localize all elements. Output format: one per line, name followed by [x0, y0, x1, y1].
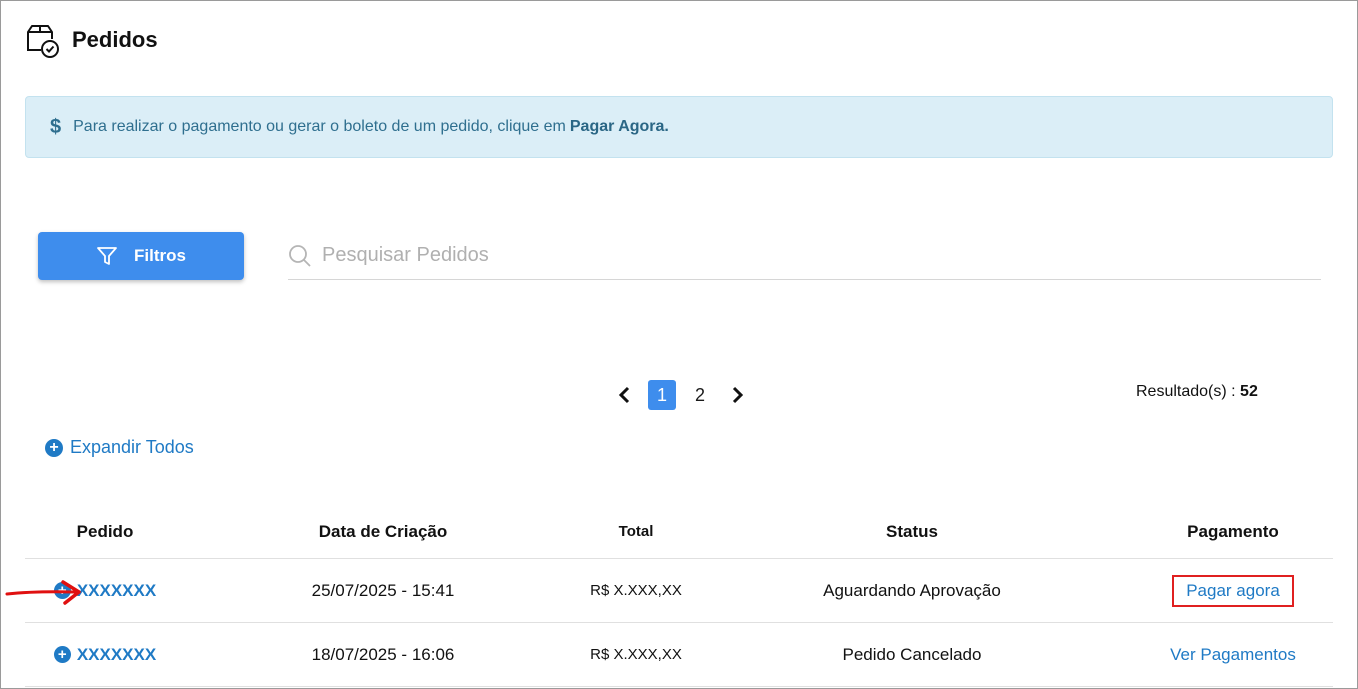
highlight-box: Pagar agora [1172, 574, 1294, 607]
previous-page-button[interactable] [612, 380, 638, 410]
table-header-row: Pedido Data de Criação Total Status Paga… [25, 505, 1333, 559]
expand-all-button[interactable]: + Expandir Todos [45, 437, 194, 458]
page-1-button[interactable]: 1 [648, 380, 676, 410]
plus-circle-icon: + [45, 438, 63, 457]
expand-all-label: Expandir Todos [70, 437, 194, 457]
results-label: Resultado(s) : [1136, 383, 1236, 400]
header-pagamento: Pagamento [1187, 521, 1279, 541]
alert-highlight: Pagar Agora. [569, 118, 669, 135]
table-row: + XXXXXXX 25/07/2025 - 15:41 R$ X.XXX,XX… [25, 559, 1333, 623]
funnel-icon [97, 247, 117, 265]
search-icon [289, 244, 311, 267]
header-pedido: Pedido [76, 521, 134, 541]
page-header: Pedidos [24, 22, 158, 58]
search-bar [288, 232, 1321, 280]
order-total: R$ X.XXX,XX [590, 582, 682, 599]
table-row: + XXXXXXX 18/07/2025 - 16:06 R$ X.XXX,XX… [25, 623, 1333, 687]
chevron-left-icon [618, 386, 630, 404]
results-count: Resultado(s) : 52 [1136, 383, 1258, 401]
header-total: Total [618, 523, 654, 540]
header-status: Status [886, 521, 938, 541]
order-id: XXXXXXX [76, 580, 157, 600]
header-data-criacao: Data de Criação [318, 521, 448, 541]
order-id: XXXXXXX [76, 644, 157, 664]
next-page-button[interactable] [724, 380, 750, 410]
orders-table: Pedido Data de Criação Total Status Paga… [25, 505, 1333, 687]
order-date: 25/07/2025 - 15:41 [311, 580, 455, 600]
alert-text: Para realizar o pagamento ou gerar o bol… [73, 118, 566, 135]
filters-button[interactable]: Filtros [38, 232, 244, 280]
view-payments-link[interactable]: Ver Pagamentos [1170, 645, 1296, 664]
search-input[interactable] [322, 244, 1222, 267]
order-date: 18/07/2025 - 16:06 [311, 644, 455, 664]
payment-info-alert: $ Para realizar o pagamento ou gerar o b… [25, 96, 1333, 158]
dollar-icon: $ [50, 115, 62, 138]
chevron-right-icon [732, 386, 744, 404]
page-title: Pedidos [72, 27, 158, 52]
order-status: Aguardando Aprovação [823, 580, 1001, 600]
page-2-button[interactable]: 2 [686, 380, 714, 410]
order-expand-link[interactable]: + XXXXXXX [53, 644, 157, 665]
plus-circle-icon: + [53, 646, 71, 664]
filters-button-label: Filtros [134, 246, 186, 265]
orders-box-check-icon [27, 25, 59, 58]
red-arrow-annotation-icon [5, 580, 81, 605]
pay-now-link[interactable]: Pagar agora [1186, 581, 1280, 600]
pagination: 1 2 [612, 380, 750, 410]
order-total: R$ X.XXX,XX [590, 646, 682, 663]
results-number: 52 [1240, 383, 1258, 400]
order-status: Pedido Cancelado [842, 644, 982, 664]
